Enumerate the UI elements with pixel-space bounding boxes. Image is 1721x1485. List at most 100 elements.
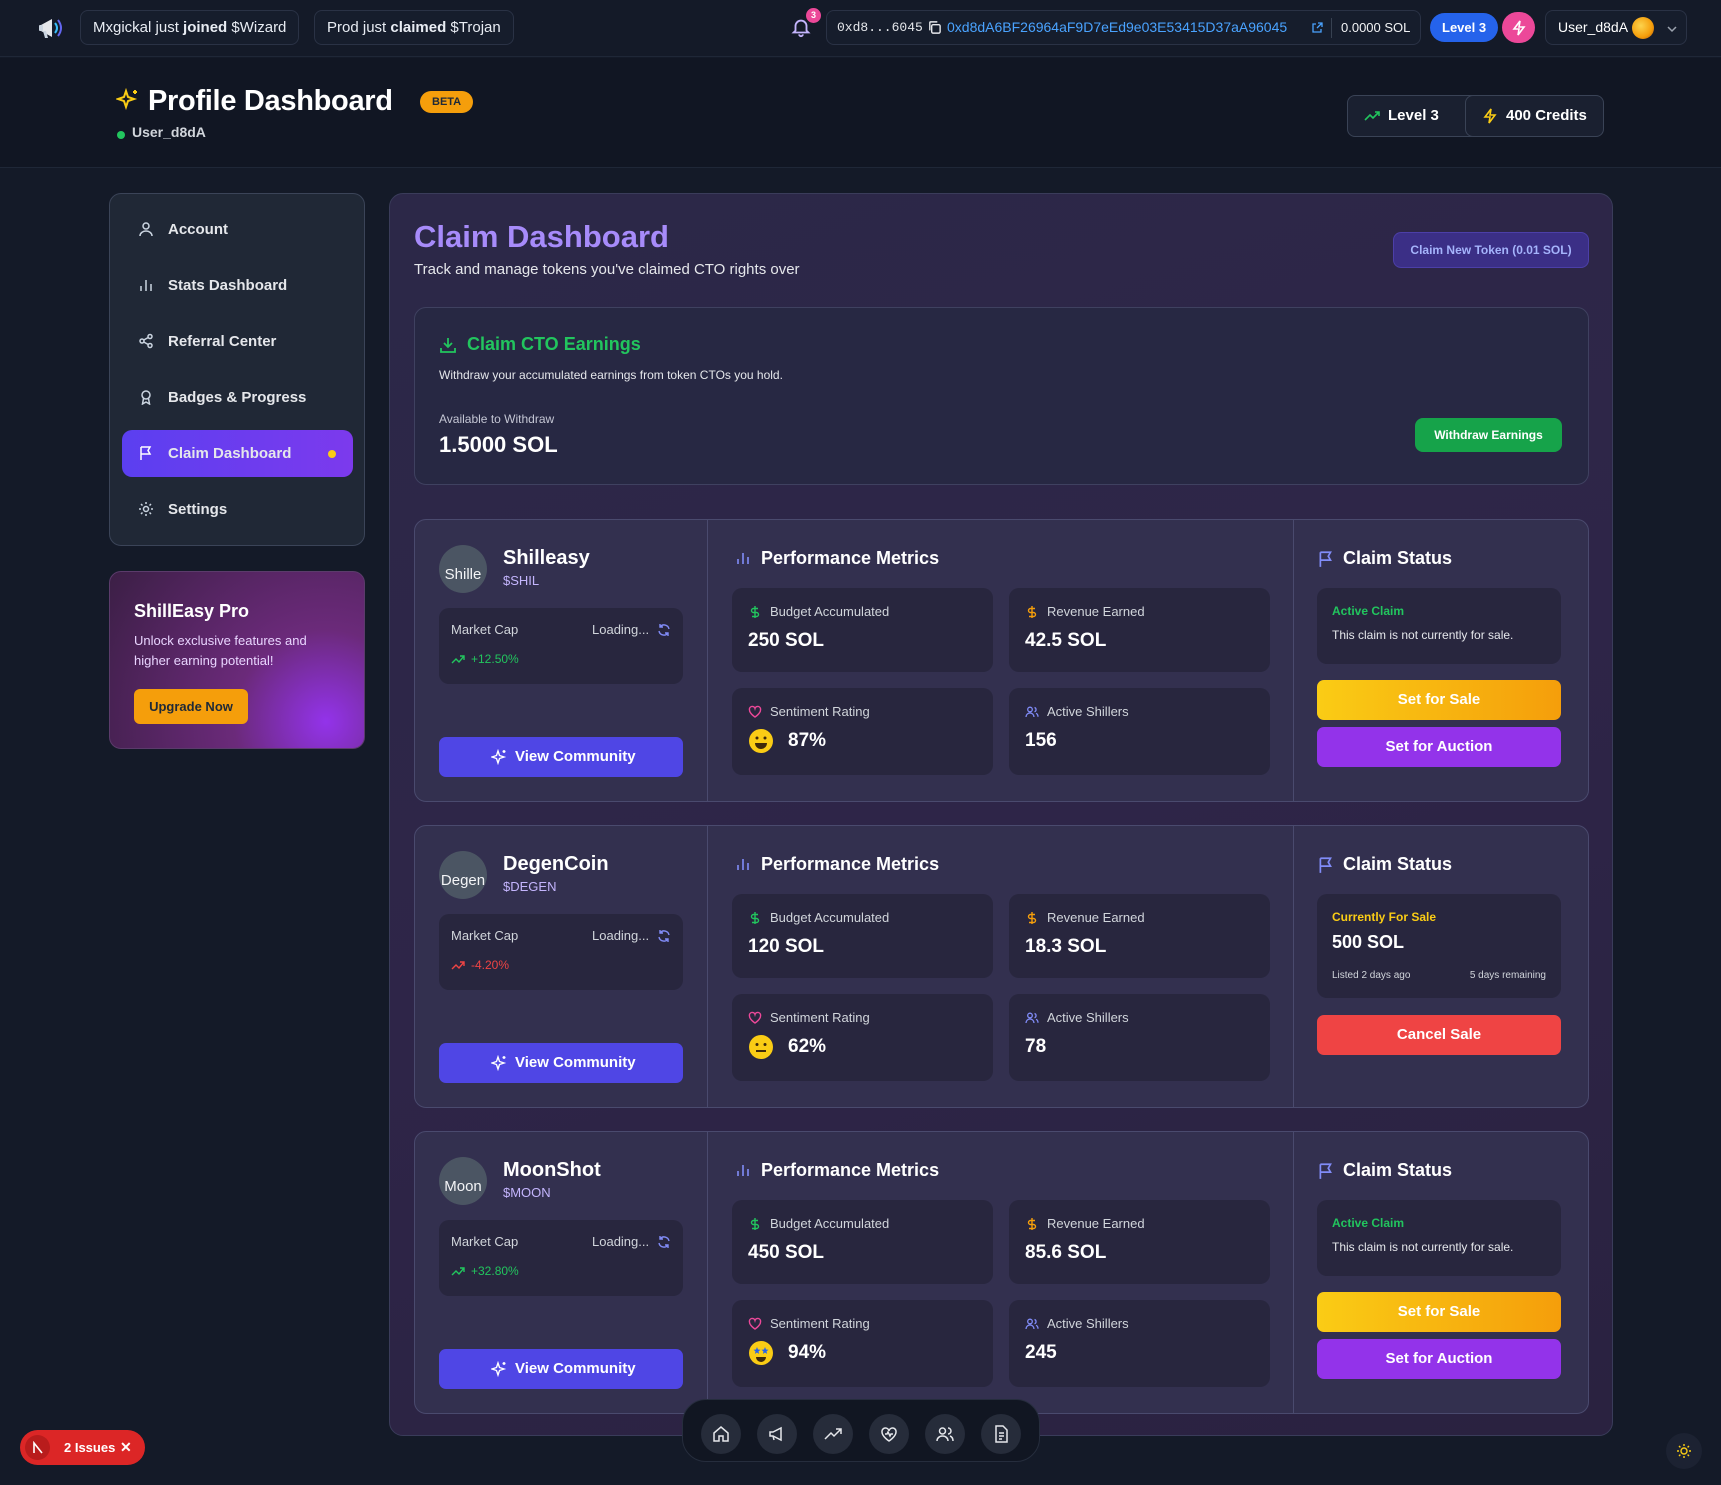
earnings-description: Withdraw your accumulated earnings from … (439, 368, 783, 382)
user-menu-button[interactable]: User_d8dA (1545, 10, 1687, 45)
refresh-icon[interactable] (657, 929, 671, 943)
level-pill[interactable]: Level 3 (1430, 13, 1499, 42)
token-name: DegenCoin (503, 853, 609, 875)
issues-label: 2 Issues (64, 1440, 116, 1455)
performance-metrics-title: Performance Metrics (735, 548, 939, 569)
shillers-metric: Active Shillers 156 (1009, 688, 1270, 775)
token-avatar: Degen (439, 851, 487, 899)
users-icon (1025, 706, 1039, 718)
claim-status-box: Currently For Sale 500 SOL Listed 2 days… (1317, 894, 1561, 998)
token-avatar: Shille (439, 545, 487, 593)
status-text: This claim is not currently for sale. (1332, 1240, 1514, 1254)
user-icon (139, 222, 153, 237)
users-icon (1025, 1012, 1039, 1024)
budget-value: 120 SOL (748, 936, 825, 957)
dock-users-button[interactable] (925, 1414, 965, 1454)
earnings-title: Claim CTO Earnings (467, 334, 641, 354)
avatar (1632, 17, 1654, 39)
sentiment-value: 87% (788, 730, 827, 751)
bar-chart-icon (737, 1165, 749, 1176)
sidebar-item-account[interactable]: Account (122, 206, 353, 253)
profile-header: Profile Dashboard BETA User_d8dA Level 3… (0, 58, 1721, 168)
claim-status-box: Active Claim This claim is not currently… (1317, 588, 1561, 664)
claim-status-title: Claim Status (1317, 854, 1452, 875)
shillers-metric: Active Shillers 245 (1009, 1300, 1270, 1387)
claim-status-column: Claim Status Active Claim This claim is … (1293, 520, 1588, 801)
trending-icon (824, 1428, 842, 1440)
trending-up-icon (451, 655, 465, 664)
heart-icon (748, 1317, 762, 1330)
view-community-button[interactable]: View Community (439, 1349, 683, 1389)
market-cap-loading: Loading... (592, 928, 650, 943)
shillers-value: 156 (1025, 730, 1057, 751)
price-change: +12.50% (451, 652, 519, 666)
happy-face-icon (749, 729, 773, 753)
top-bar: Mxgickal just joined $Wizard Prod just c… (0, 0, 1721, 57)
sidebar-item-settings[interactable]: Settings (122, 486, 353, 533)
dock-home-button[interactable] (701, 1414, 741, 1454)
budget-metric: Budget Accumulated 250 SOL (732, 588, 993, 672)
copy-icon[interactable] (927, 20, 942, 35)
claim-new-token-button[interactable]: Claim New Token (0.01 SOL) (1393, 232, 1589, 268)
refresh-icon[interactable] (657, 1235, 671, 1249)
sidebar-item-claim-dashboard[interactable]: Claim Dashboard (122, 430, 353, 477)
home-icon (713, 1426, 729, 1442)
gear-icon (139, 502, 153, 516)
status-label: Currently For Sale (1332, 910, 1437, 924)
boost-button[interactable] (1502, 12, 1535, 43)
dock-trending-button[interactable] (813, 1414, 853, 1454)
sidebar-item-referral[interactable]: Referral Center (122, 318, 353, 365)
sparkles-icon (491, 1361, 507, 1377)
market-cap-box: Market Cap Loading... +32.80% (439, 1220, 683, 1296)
issues-indicator[interactable]: 2 Issues ✕ (20, 1430, 145, 1465)
revenue-value: 85.6 SOL (1025, 1242, 1107, 1263)
heart-icon (748, 705, 762, 718)
upgrade-now-button[interactable]: Upgrade Now (134, 689, 248, 724)
view-community-button[interactable]: View Community (439, 1043, 683, 1083)
set-for-sale-button[interactable]: Set for Sale (1317, 680, 1561, 720)
beta-badge: BETA (420, 91, 474, 113)
sidebar-item-badges[interactable]: Badges & Progress (122, 374, 353, 421)
star-struck-face-icon (749, 1341, 773, 1365)
revenue-value: 18.3 SOL (1025, 936, 1107, 957)
sidebar-item-stats[interactable]: Stats Dashboard (122, 262, 353, 309)
bar-chart-icon (140, 280, 152, 291)
market-cap-label: Market Cap (451, 1234, 519, 1249)
dock-megaphone-button[interactable] (757, 1414, 797, 1454)
flag-icon (1319, 857, 1332, 873)
claim-dashboard-panel: Claim Dashboard Track and manage tokens … (389, 193, 1613, 1436)
withdraw-earnings-button[interactable]: Withdraw Earnings (1415, 418, 1562, 452)
theme-toggle-button[interactable] (1666, 1433, 1702, 1469)
divider (707, 1132, 708, 1413)
budget-value: 450 SOL (748, 1242, 825, 1263)
dock-heart-button[interactable] (869, 1414, 909, 1454)
set-for-auction-button[interactable]: Set for Auction (1317, 1339, 1561, 1379)
close-icon[interactable]: ✕ (120, 1430, 132, 1465)
view-community-button[interactable]: View Community (439, 737, 683, 777)
pro-upsell-card: ShillEasy Pro Unlock exclusive features … (109, 571, 365, 749)
market-cap-label: Market Cap (451, 622, 519, 637)
chevron-down-icon (1667, 26, 1677, 33)
performance-metrics-title: Performance Metrics (735, 854, 939, 875)
set-for-auction-button[interactable]: Set for Auction (1317, 727, 1561, 767)
cancel-sale-button[interactable]: Cancel Sale (1317, 1015, 1561, 1055)
external-link-icon[interactable] (1311, 22, 1323, 34)
megaphone-logo-icon[interactable] (36, 13, 66, 43)
activity-ticker-1: Mxgickal just joined $Wizard (80, 10, 300, 45)
token-name: MoonShot (503, 1159, 601, 1181)
users-icon (1025, 1318, 1039, 1330)
dollar-icon (750, 1218, 760, 1230)
budget-metric: Budget Accumulated 450 SOL (732, 1200, 993, 1284)
notification-count-badge: 3 (806, 8, 821, 23)
refresh-icon[interactable] (657, 623, 671, 637)
revenue-value: 42.5 SOL (1025, 630, 1107, 651)
credits-button[interactable]: 400 Credits (1465, 95, 1604, 137)
sparkles-icon (116, 88, 138, 111)
set-for-sale-button[interactable]: Set for Sale (1317, 1292, 1561, 1332)
level-button[interactable]: Level 3 (1347, 95, 1483, 137)
lightning-icon (1483, 108, 1497, 124)
dock-document-button[interactable] (981, 1414, 1021, 1454)
token-symbol: $MOON (503, 1185, 551, 1200)
page-title: Profile Dashboard (148, 85, 393, 117)
wallet-full-address-link[interactable]: 0xd8dA6BF26964aF9D7eEd9e03E53415D37aA960… (947, 11, 1287, 44)
